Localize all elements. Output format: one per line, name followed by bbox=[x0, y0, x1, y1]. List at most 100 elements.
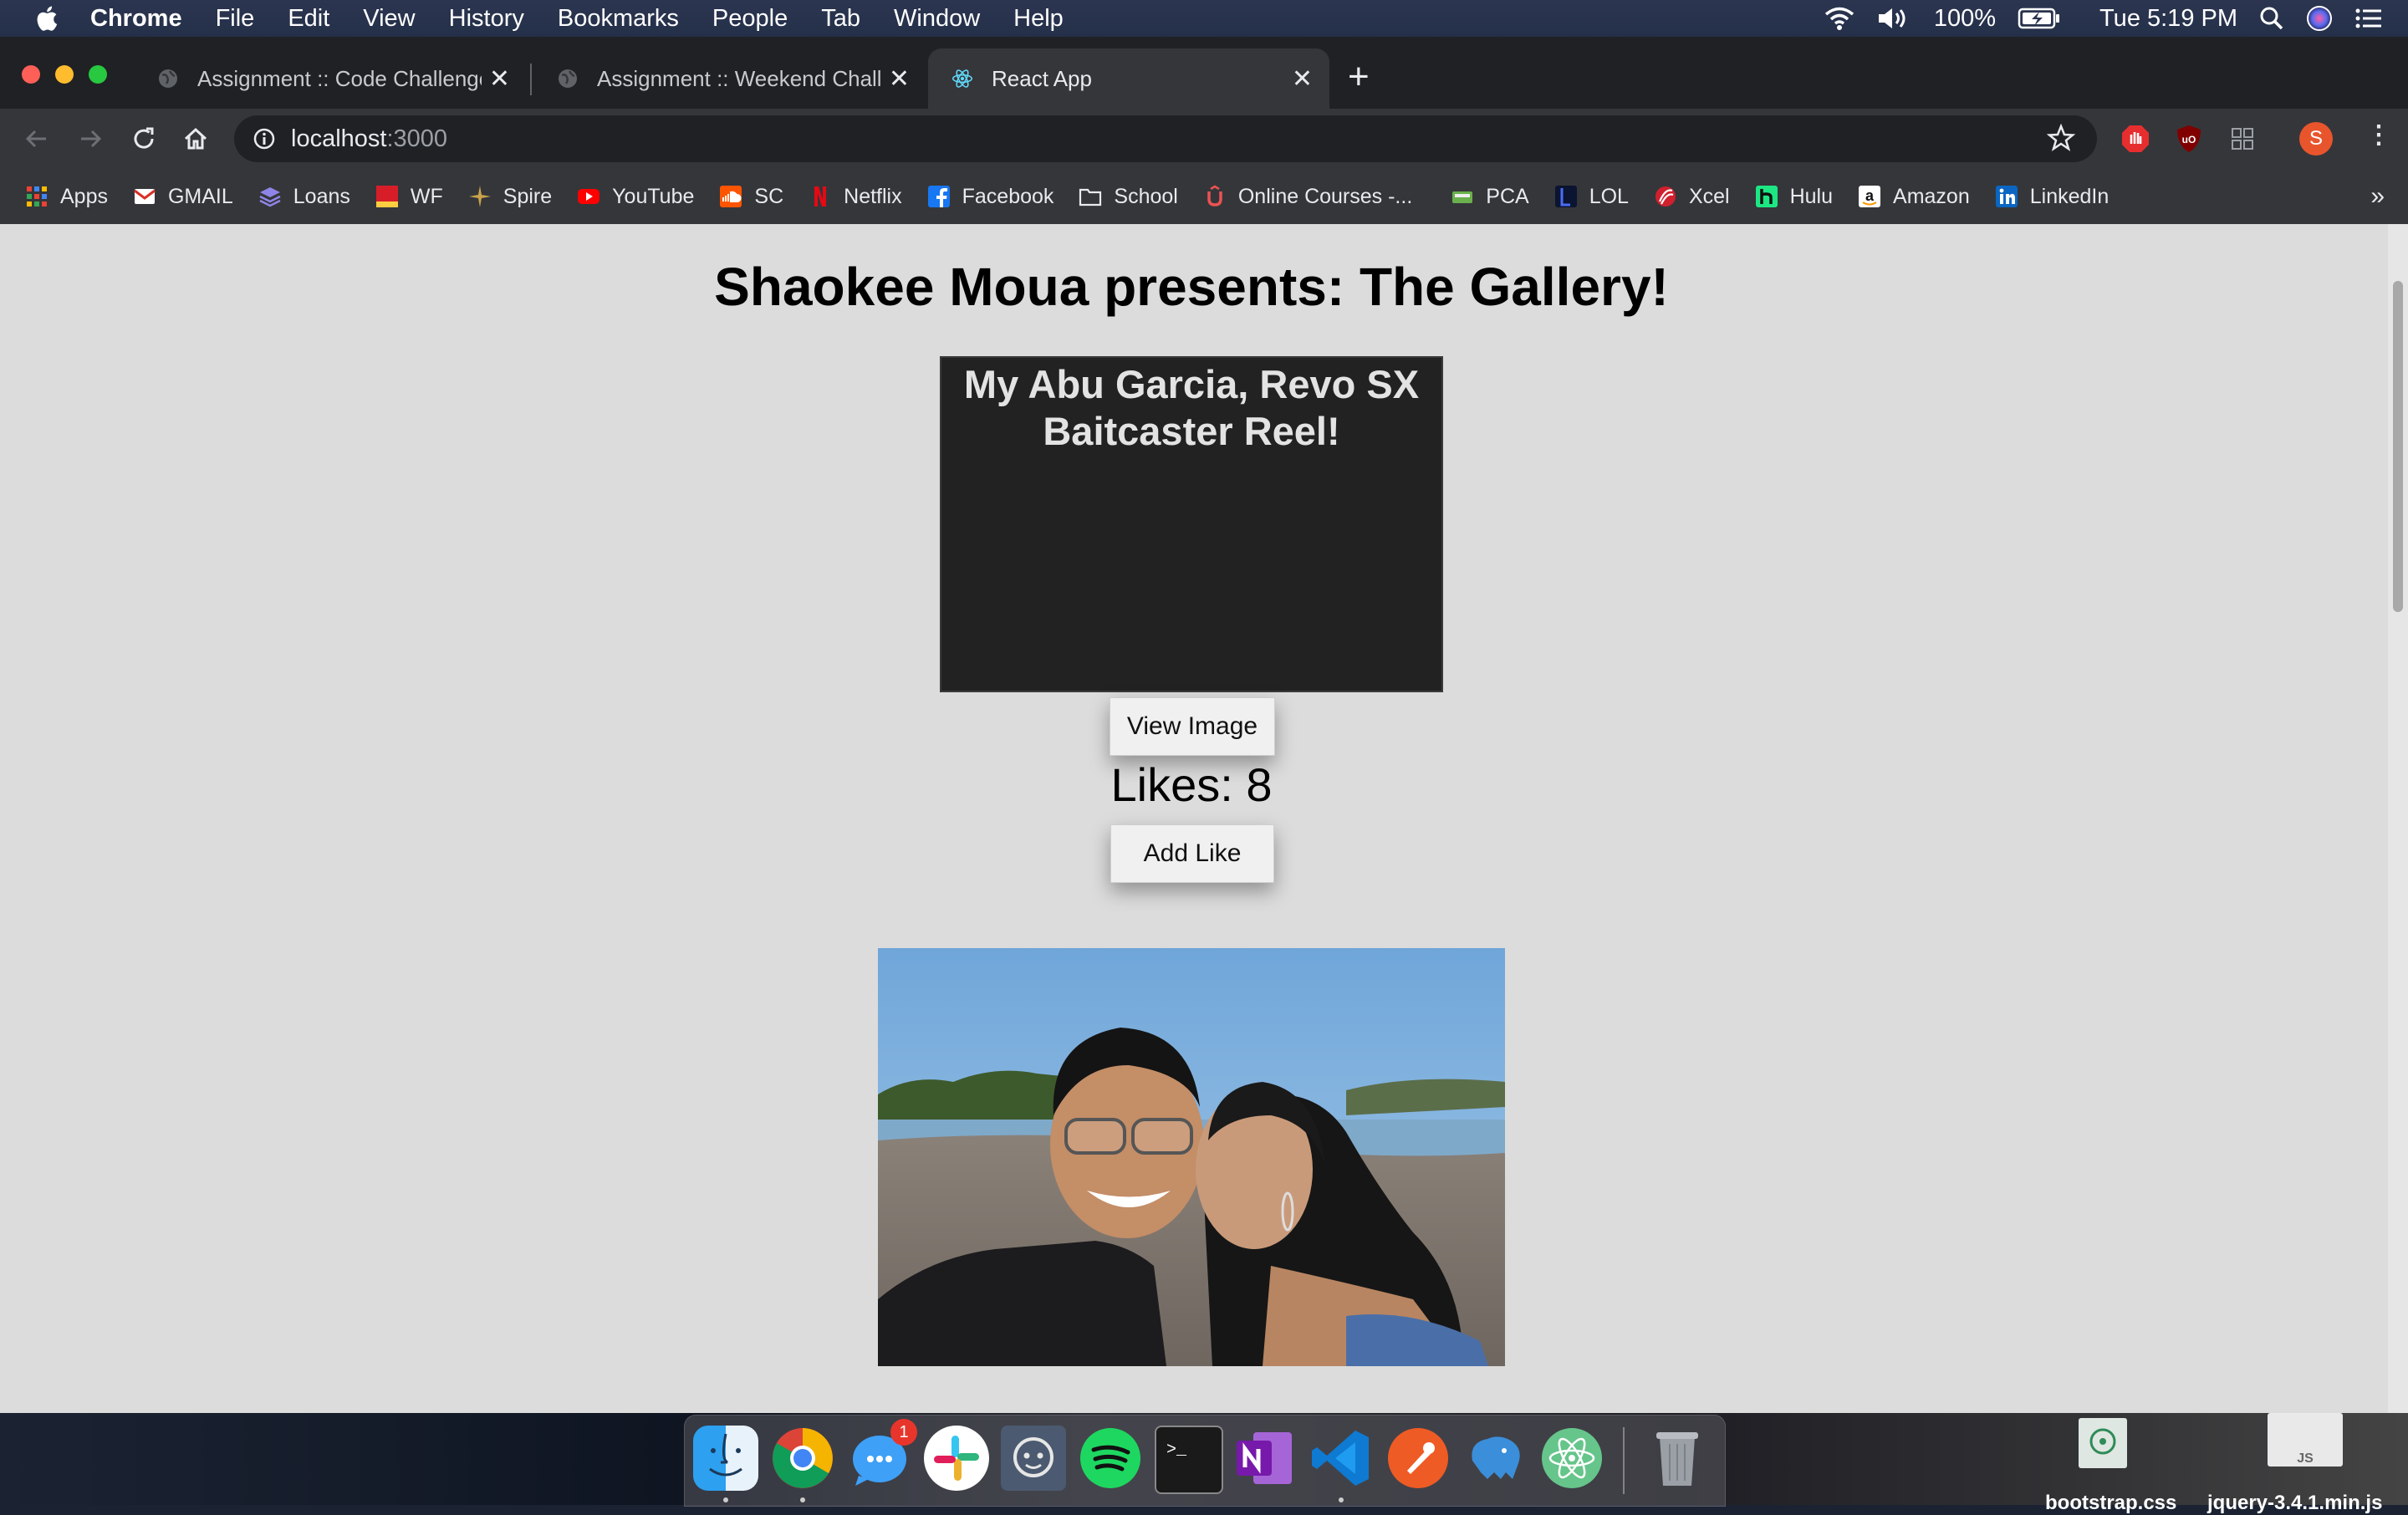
bookmark-label: Netflix bbox=[844, 184, 902, 208]
jquery-file-thumbnail[interactable]: JS bbox=[2268, 1413, 2343, 1467]
tab-react-app[interactable]: React App ✕ bbox=[928, 48, 1329, 109]
menu-people[interactable]: People bbox=[712, 5, 788, 33]
notification-badge: 1 bbox=[890, 1419, 917, 1446]
react-favicon-icon bbox=[951, 69, 973, 88]
home-button[interactable] bbox=[177, 120, 214, 157]
terminal-icon[interactable]: >_ bbox=[1155, 1426, 1223, 1494]
volume-icon[interactable] bbox=[1877, 6, 1912, 31]
tableplus-icon[interactable] bbox=[1462, 1426, 1528, 1491]
back-button[interactable] bbox=[18, 120, 55, 157]
bookmark-folder-school[interactable]: School bbox=[1079, 184, 1178, 209]
chrome-icon[interactable] bbox=[770, 1426, 835, 1491]
bookmark-netflix[interactable]: Netflix bbox=[809, 184, 902, 209]
bookmark-hulu[interactable]: Hulu bbox=[1755, 185, 1833, 209]
menu-app-name[interactable]: Chrome bbox=[90, 5, 182, 33]
zoom-window-button[interactable] bbox=[89, 65, 107, 84]
adblock-extension-icon[interactable] bbox=[2120, 124, 2150, 154]
running-indicator bbox=[800, 1497, 805, 1502]
view-image-button[interactable]: View Image bbox=[1110, 697, 1275, 756]
bookmark-online-courses[interactable]: Online Courses -... bbox=[1203, 185, 1412, 209]
bookmarks-bar: Apps GMAIL Loans WF Spire YouTube SC Net… bbox=[0, 169, 2408, 224]
bookmark-xcel[interactable]: Xcel bbox=[1654, 185, 1730, 209]
atom-icon[interactable] bbox=[1539, 1426, 1604, 1491]
site-info-icon[interactable] bbox=[253, 127, 276, 150]
bookmark-youtube[interactable]: YouTube bbox=[577, 185, 694, 209]
new-tab-button[interactable]: + bbox=[1348, 59, 1370, 95]
support-chat-icon[interactable] bbox=[1001, 1426, 1066, 1491]
menu-tab[interactable]: Tab bbox=[821, 5, 860, 33]
reload-button[interactable] bbox=[125, 120, 162, 157]
bookmark-sc[interactable]: SC bbox=[719, 185, 783, 209]
messenger-icon[interactable]: 1 bbox=[847, 1419, 917, 1491]
postman-icon[interactable] bbox=[1385, 1426, 1451, 1491]
close-tab-icon[interactable]: ✕ bbox=[889, 64, 910, 94]
notification-center-icon[interactable] bbox=[2354, 7, 2383, 30]
macos-menu-bar: Chrome File Edit View History Bookmarks … bbox=[0, 0, 2408, 37]
tab-title: Assignment :: Weekend Challe bbox=[597, 65, 881, 91]
profile-avatar-button[interactable]: S bbox=[2299, 122, 2333, 156]
tab-assignment-weekend-challenge[interactable]: Assignment :: Weekend Challe ✕ bbox=[533, 48, 926, 109]
bookmark-amazon[interactable]: a Amazon bbox=[1858, 185, 1970, 209]
wifi-icon[interactable] bbox=[1824, 6, 1855, 31]
bookmark-gmail[interactable]: GMAIL bbox=[133, 185, 233, 209]
add-like-button[interactable]: Add Like bbox=[1110, 824, 1274, 883]
bookmark-label: Xcel bbox=[1688, 184, 1730, 208]
youtube-icon bbox=[578, 189, 600, 204]
tab-assignment-code-challenge[interactable]: Assignment :: Code Challenge ✕ bbox=[134, 48, 527, 109]
trash-icon[interactable] bbox=[1645, 1426, 1710, 1491]
finder-icon[interactable] bbox=[693, 1426, 758, 1491]
bookmarks-overflow-chevron-icon[interactable]: » bbox=[2370, 182, 2385, 211]
browser-toolbar: localhost:3000 uO S ⋮ bbox=[0, 109, 2408, 169]
bookmark-wf[interactable]: WF bbox=[375, 185, 443, 209]
close-tab-icon[interactable]: ✕ bbox=[489, 64, 510, 94]
battery-charging-icon[interactable] bbox=[2018, 8, 2061, 29]
spotlight-search-icon[interactable] bbox=[2259, 6, 2284, 31]
menu-view[interactable]: View bbox=[363, 5, 415, 33]
bookmark-label: School bbox=[1114, 184, 1178, 208]
menu-edit[interactable]: Edit bbox=[288, 5, 329, 33]
globe-favicon-icon bbox=[159, 69, 177, 88]
close-window-button[interactable] bbox=[22, 65, 40, 84]
bookmark-loans[interactable]: Loans bbox=[258, 185, 350, 209]
bookmark-linkedin[interactable]: LinkedIn bbox=[1995, 185, 2109, 209]
scrollbar-thumb[interactable] bbox=[2393, 281, 2403, 612]
macos-dock: 1 >_ bbox=[684, 1415, 1726, 1507]
bookmark-apps[interactable]: Apps bbox=[25, 185, 108, 209]
ublock-origin-extension-icon[interactable]: uO bbox=[2174, 124, 2204, 154]
vscode-icon[interactable] bbox=[1309, 1426, 1374, 1491]
minimize-window-button[interactable] bbox=[55, 65, 74, 84]
menu-help[interactable]: Help bbox=[1013, 5, 1064, 33]
gmail-icon bbox=[134, 189, 156, 204]
siri-icon[interactable] bbox=[2306, 5, 2333, 32]
bookmark-pca[interactable]: PCA bbox=[1451, 185, 1529, 209]
apple-logo-icon[interactable] bbox=[33, 4, 59, 33]
bookmark-spire[interactable]: Spire bbox=[468, 185, 552, 209]
slack-icon[interactable] bbox=[924, 1426, 989, 1491]
gallery-photo[interactable] bbox=[878, 948, 1505, 1366]
forward-arrow-icon bbox=[81, 130, 102, 148]
menu-window[interactable]: Window bbox=[894, 5, 980, 33]
spotify-icon[interactable] bbox=[1078, 1426, 1143, 1491]
spire-icon bbox=[468, 186, 491, 207]
bookmark-facebook[interactable]: Facebook bbox=[927, 185, 1054, 209]
address-bar[interactable]: localhost:3000 bbox=[234, 115, 2097, 162]
chrome-menu-icon[interactable]: ⋮ bbox=[2366, 120, 2391, 150]
status-menus: 100% Tue 5:19 PM bbox=[1824, 0, 2383, 37]
linkedin-icon bbox=[1995, 186, 2018, 207]
bootstrap-css-file-thumbnail[interactable] bbox=[2079, 1418, 2127, 1468]
battery-percent: 100% bbox=[1933, 4, 1997, 32]
menu-bookmarks[interactable]: Bookmarks bbox=[558, 5, 679, 33]
page-scrollbar[interactable] bbox=[2388, 224, 2408, 1413]
bookmark-star-icon[interactable] bbox=[2047, 124, 2075, 152]
menu-history[interactable]: History bbox=[449, 5, 524, 33]
desktop-file-label-bootstrap[interactable]: bootstrap.css bbox=[2045, 1492, 2176, 1515]
menubar-clock[interactable]: Tue 5:19 PM bbox=[2099, 5, 2237, 33]
close-tab-icon[interactable]: ✕ bbox=[1292, 64, 1313, 94]
desktop-file-label-jquery[interactable]: jquery-3.4.1.min.js bbox=[2207, 1492, 2382, 1515]
bookmark-lol[interactable]: LOL bbox=[1554, 185, 1629, 209]
gallery-item-description-card[interactable]: My Abu Garcia, Revo SX Baitcaster Reel! bbox=[940, 356, 1443, 692]
forward-button[interactable] bbox=[72, 120, 109, 157]
menu-file[interactable]: File bbox=[216, 5, 255, 33]
onenote-icon[interactable] bbox=[1232, 1426, 1297, 1491]
extension-grid-icon[interactable] bbox=[2227, 124, 2258, 154]
